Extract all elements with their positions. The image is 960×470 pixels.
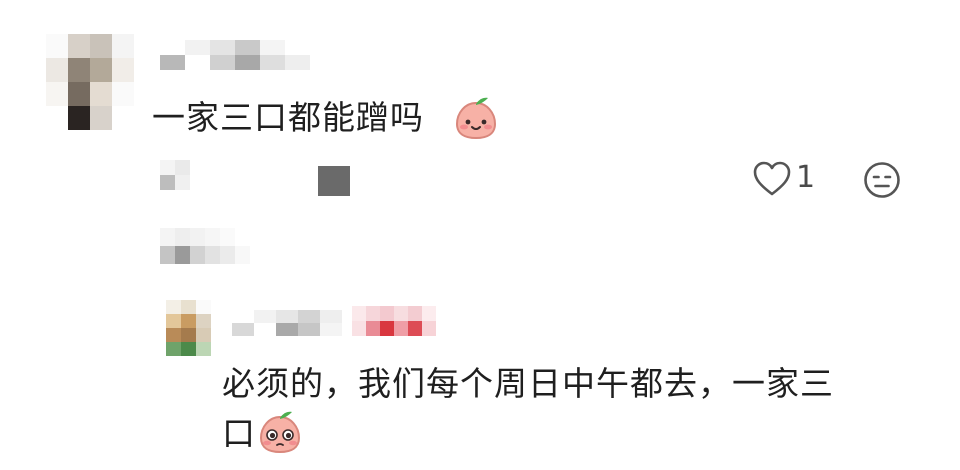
reply-username-redacted[interactable] — [232, 310, 342, 336]
expand-replies-redacted[interactable] — [160, 228, 250, 264]
username-redacted[interactable] — [160, 40, 310, 70]
comment-text: 一家三口都能蹭吗 — [152, 98, 424, 138]
like-count: 1 — [796, 160, 816, 195]
peach-pleading-emoji — [259, 411, 301, 454]
reply-text-line-1: 必须的，我们每个周日中午都去，一家三 — [222, 364, 834, 403]
peach-smile-emoji — [455, 97, 497, 140]
comment-meta-redacted-block — [318, 166, 350, 196]
avatar[interactable] — [46, 34, 134, 130]
meh-face-icon[interactable] — [862, 160, 902, 200]
comment-meta-redacted — [160, 160, 190, 190]
comment-text-content: 一家三口都能蹭吗 — [152, 98, 424, 137]
reply-badge-redacted — [352, 306, 436, 336]
reply-avatar[interactable] — [166, 300, 212, 356]
reply-text-line-2: 口 — [222, 414, 256, 453]
heart-icon[interactable] — [752, 160, 792, 198]
